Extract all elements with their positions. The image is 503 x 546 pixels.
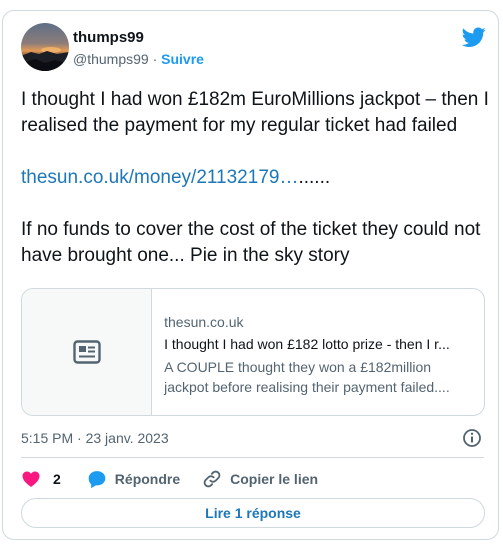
link-preview-thumbnail: [22, 289, 153, 415]
author-meta: @thumps99 · Suivre: [73, 50, 204, 68]
follow-button[interactable]: Suivre: [161, 51, 204, 67]
link-preview-title: I thought I had won £182 lotto prize - t…: [164, 336, 450, 352]
meta-separator: ·: [152, 51, 158, 67]
author-display-name[interactable]: thumps99: [73, 29, 204, 47]
action-bar: 2 Répondre Copier le lien: [21, 467, 318, 491]
copy-link-button[interactable]: Copier le lien: [202, 469, 318, 489]
twitter-bird-icon[interactable]: [462, 25, 486, 49]
author-block: thumps99 @thumps99 · Suivre: [73, 29, 204, 68]
avatar-image: [21, 47, 69, 71]
author-handle[interactable]: @thumps99: [73, 51, 149, 67]
speech-bubble-icon: [88, 471, 106, 489]
tweet-paragraph-3: If no funds to cover the cost of the tic…: [21, 219, 481, 266]
heart-icon: [22, 471, 40, 487]
copy-link-label: Copier le lien: [230, 471, 319, 487]
read-replies-button[interactable]: Lire 1 réponse: [21, 498, 485, 528]
reply-button[interactable]: Répondre: [87, 469, 180, 489]
link-icon: [203, 470, 221, 488]
reply-label: Répondre: [114, 471, 181, 487]
tweet-card: thumps99 @thumps99 · Suivre I thought I …: [2, 10, 499, 540]
tweet-paragraph-1: I thought I had won £182m EuroMillions j…: [21, 89, 489, 136]
link-preview-card[interactable]: thesun.co.uk I thought I had won £182 lo…: [21, 288, 485, 416]
tweet-text: I thought I had won £182m EuroMillions j…: [21, 87, 491, 269]
tweet-timestamp[interactable]: 5:15 PM · 23 janv. 2023: [21, 430, 169, 446]
like-button[interactable]: 2: [21, 469, 61, 489]
link-preview-domain: thesun.co.uk: [164, 314, 244, 330]
link-preview-body: thesun.co.uk I thought I had won £182 lo…: [152, 289, 484, 415]
tweet-link-line: thesun.co.uk/money/21132179…......: [21, 165, 491, 191]
tweet-link[interactable]: thesun.co.uk/money/21132179…: [21, 167, 298, 188]
actions-divider: [21, 457, 484, 458]
link-preview-description: A COUPLE thought they won a £182million …: [164, 359, 450, 395]
tweet-link-suffix: ......: [298, 167, 331, 188]
avatar[interactable]: [21, 23, 69, 71]
info-icon[interactable]: [462, 428, 482, 448]
newspaper-icon: [72, 340, 101, 364]
like-count: 2: [53, 471, 61, 487]
